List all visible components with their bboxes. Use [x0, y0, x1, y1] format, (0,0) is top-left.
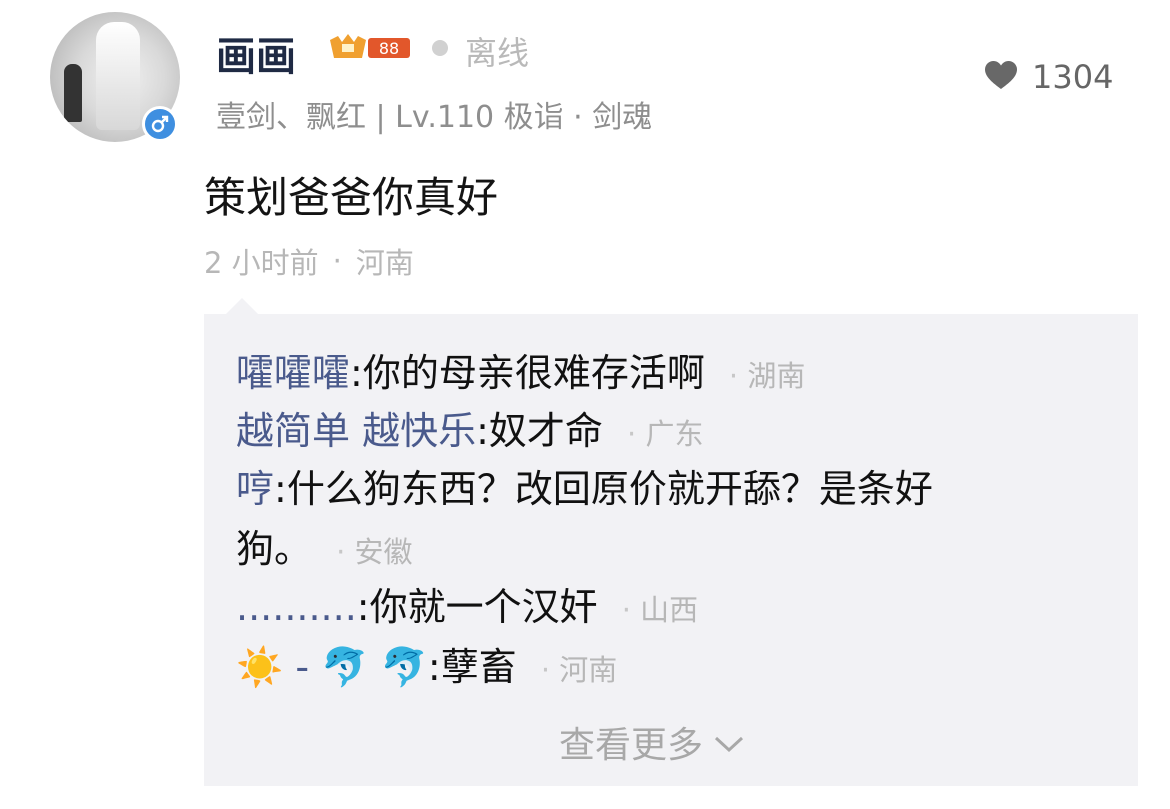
reply-author[interactable]: ☀️ - 🐬 🐬	[236, 645, 428, 689]
reply-location: 河南	[559, 653, 618, 687]
post-time: 2 小时前	[204, 246, 319, 280]
reply-item[interactable]: ☀️ - 🐬 🐬:孽畜 · 河南	[236, 638, 617, 699]
level-number: 88	[379, 39, 399, 58]
reply-text: :奴才命	[476, 409, 603, 453]
status-dot	[432, 40, 448, 56]
level-badge: 88	[328, 30, 412, 64]
reply-author[interactable]: 嚯嚯嚯	[236, 351, 350, 395]
view-more-button[interactable]: 查看更多	[559, 716, 745, 768]
heart-icon[interactable]	[984, 60, 1018, 94]
reply-item[interactable]: 哼:什么狗东西？改回原价就开舔？是条好	[236, 460, 933, 518]
post-meta: 2 小时前 · 河南	[204, 240, 414, 282]
reply-text: :你就一个汉奸	[356, 585, 598, 629]
view-more-label: 查看更多	[559, 725, 704, 766]
avatar-statue	[96, 22, 140, 130]
like-counter[interactable]: 1304	[984, 58, 1113, 96]
like-count: 1304	[1032, 58, 1114, 96]
online-status: 离线	[465, 34, 530, 72]
chevron-down-icon	[713, 722, 745, 763]
reply-text: :你的母亲很难存活啊	[350, 351, 705, 395]
user-subtitle: 壹剑、飘红 | Lv.110 极诣 · 剑魂	[216, 100, 653, 135]
reply-author[interactable]: ..........	[236, 585, 357, 629]
reply-location: 湖南	[747, 359, 806, 393]
reply-text: :什么狗东西？改回原价就开舔？是条好	[274, 467, 933, 511]
reply-location-wrap: · 山西	[621, 593, 699, 627]
reply-item[interactable]: 越简单 越快乐:奴才命 · 广东	[236, 402, 703, 463]
reply-location-wrap: · 河南	[540, 653, 618, 687]
reply-location-wrap: · 安徽	[336, 535, 413, 569]
post-location: 河南	[355, 246, 414, 280]
reply-location: 广东	[645, 417, 704, 451]
male-icon	[142, 106, 178, 142]
username[interactable]: 画画	[216, 24, 296, 82]
reply-item[interactable]: ..........:你就一个汉奸 · 山西	[236, 578, 698, 639]
meta-separator: ·	[332, 244, 342, 278]
reply-item[interactable]: 嚯嚯嚯:你的母亲很难存活啊 · 湖南	[236, 344, 805, 405]
reply-location: 山西	[640, 593, 699, 627]
reply-box-pointer	[226, 298, 258, 314]
avatar-person	[64, 64, 82, 122]
reply-text: :孽畜	[427, 645, 517, 689]
reply-location-wrap: · 广东	[627, 417, 704, 451]
reply-location-wrap: · 湖南	[728, 359, 806, 393]
reply-item-continued: 狗。 · 安徽	[236, 520, 413, 581]
reply-author[interactable]: 哼	[236, 467, 274, 511]
reply-author[interactable]: 越简单 越快乐	[236, 409, 476, 453]
post-content: 策划爸爸你真好	[204, 173, 499, 222]
reply-location: 安徽	[354, 535, 413, 569]
reply-text-continued: 狗。	[236, 527, 313, 571]
